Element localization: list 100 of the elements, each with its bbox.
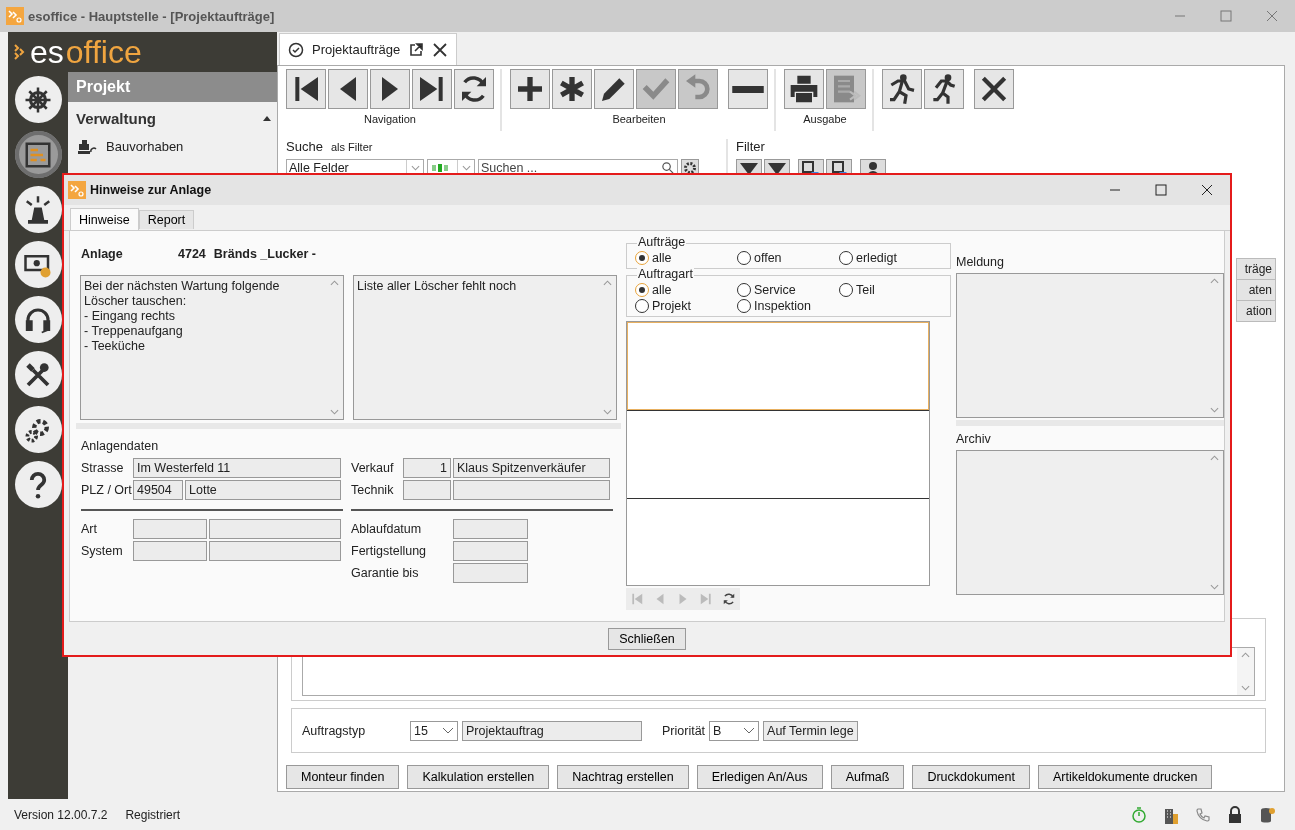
printer-icon (788, 73, 820, 105)
field-label: Auftragstyp (302, 723, 367, 738)
scroll-down-icon (1210, 407, 1219, 413)
radio-button[interactable] (737, 299, 751, 313)
radio-button[interactable] (635, 251, 649, 265)
dialog-title: Hinweise zur Anlage (90, 183, 212, 197)
sidebar-item[interactable]: Bauvorhaben (68, 134, 277, 158)
action-button[interactable]: Monteur finden (286, 765, 400, 789)
order-type-dropdown[interactable]: 15 (410, 720, 458, 741)
close-icon[interactable] (432, 41, 449, 58)
registration-status: Registriert (125, 808, 181, 822)
radio-button[interactable] (737, 251, 751, 265)
scroll-up-icon (1210, 278, 1219, 284)
scroll-down-icon (1241, 685, 1250, 691)
zip-field[interactable]: 49504 (133, 480, 183, 500)
radio-option[interactable]: Teil (839, 282, 944, 298)
printer-button[interactable] (784, 69, 824, 109)
radio-option[interactable]: offen (737, 250, 839, 266)
action-button[interactable]: Erledigen An/Aus (696, 765, 823, 789)
city-field[interactable]: Lotte (185, 480, 341, 500)
next-button[interactable] (370, 69, 410, 109)
sales-number-field[interactable]: 1 (403, 458, 451, 478)
building-icon (1163, 806, 1179, 824)
radio-option[interactable]: Inspektion (737, 298, 839, 314)
radio-option[interactable]: alle (635, 282, 737, 298)
radio-button[interactable] (737, 283, 751, 297)
lock-icon (1227, 806, 1243, 824)
close-dialog-button[interactable]: Schließen (608, 627, 686, 650)
beacon-module-button[interactable] (14, 186, 62, 233)
minus-button[interactable] (728, 69, 768, 109)
run-left-button[interactable] (882, 69, 922, 109)
tools-module-button[interactable] (14, 351, 62, 398)
street-field[interactable]: Im Westerfeld 11 (133, 458, 341, 478)
date-field[interactable] (453, 541, 528, 561)
asterisk-button[interactable] (552, 69, 592, 109)
letter-blocks-icon (430, 163, 450, 173)
gear-icon (683, 161, 697, 175)
refresh-button[interactable] (454, 69, 494, 109)
radio-option[interactable]: erledigt (839, 250, 944, 266)
radio-label: alle (652, 283, 672, 297)
plus-button[interactable] (510, 69, 550, 109)
action-button[interactable]: Kalkulation erstellen (407, 765, 550, 789)
close-button[interactable] (974, 69, 1014, 109)
search-mode-label: als Filter (330, 141, 373, 153)
gears-module-button[interactable] (14, 406, 62, 453)
side-tab[interactable]: träge (1236, 258, 1276, 280)
pencil-button[interactable] (594, 69, 634, 109)
radio-option[interactable]: alle (635, 250, 737, 266)
external-window-icon[interactable] (408, 41, 425, 58)
note-field[interactable]: Bei der nächsten Wartung folgende Löscher tauschen: - Eingang rechts - Treppenaufgang - Teeküche (80, 275, 344, 420)
radio-option[interactable]: Projekt (635, 298, 737, 314)
priority-dropdown[interactable]: B (709, 720, 760, 741)
dialog-tab[interactable]: Hinweise (70, 208, 139, 230)
last-button[interactable] (412, 69, 452, 109)
input-field[interactable] (209, 541, 341, 561)
help-module-button[interactable] (14, 461, 62, 508)
action-button[interactable]: Druckdokument (912, 765, 1030, 789)
input-field[interactable] (209, 519, 341, 539)
app-icon (6, 7, 24, 25)
input-field[interactable] (453, 480, 610, 500)
headset-module-button[interactable] (14, 296, 62, 343)
action-button[interactable]: Aufmaß (830, 765, 905, 789)
section-header[interactable]: Verwaltung (68, 102, 277, 134)
action-button[interactable]: Nachtrag erstellen (557, 765, 689, 789)
input-field[interactable] (133, 519, 207, 539)
scroll-up-icon (603, 280, 612, 286)
action-button[interactable]: Artikeldokumente drucken (1037, 765, 1213, 789)
radio-button[interactable] (635, 283, 649, 297)
scroll-up-icon (1241, 652, 1250, 658)
order-type-field: Projektauftrag (462, 720, 642, 741)
radio-option[interactable]: Service (737, 282, 839, 298)
archive-field[interactable] (956, 450, 1224, 595)
radio-button[interactable] (839, 283, 853, 297)
first-button[interactable] (286, 69, 326, 109)
radio-button[interactable] (839, 251, 853, 265)
group-title: Aufträge (637, 235, 687, 249)
search-icon (661, 161, 674, 174)
tab-label: Projektaufträge (312, 42, 401, 57)
phone-icon (1195, 806, 1211, 824)
close-icon (1266, 10, 1278, 22)
side-tab[interactable]: ation (1236, 300, 1276, 322)
field-label: Verkauf (351, 461, 395, 475)
scroll-down-icon (603, 409, 612, 415)
document-tab[interactable]: Projektaufträge (279, 33, 458, 65)
helm-module-button[interactable] (14, 76, 62, 123)
date-field[interactable] (453, 563, 528, 583)
side-tab[interactable]: aten (1236, 279, 1276, 301)
section-title: Verwaltung (76, 109, 157, 127)
radio-button[interactable] (635, 299, 649, 313)
note-field[interactable]: Liste aller Löscher fehlt noch (353, 275, 617, 420)
message-field[interactable] (956, 273, 1224, 418)
dialog-tab[interactable]: Report (138, 210, 195, 229)
input-field[interactable] (403, 480, 451, 500)
planner-module-button[interactable] (14, 131, 62, 178)
date-field[interactable] (453, 519, 528, 539)
input-field[interactable] (133, 541, 207, 561)
money-module-button[interactable] (14, 241, 62, 288)
run-right-button[interactable] (924, 69, 964, 109)
prev-button[interactable] (328, 69, 368, 109)
sales-name-field[interactable]: Klaus Spitzenverkäufer (453, 458, 610, 478)
